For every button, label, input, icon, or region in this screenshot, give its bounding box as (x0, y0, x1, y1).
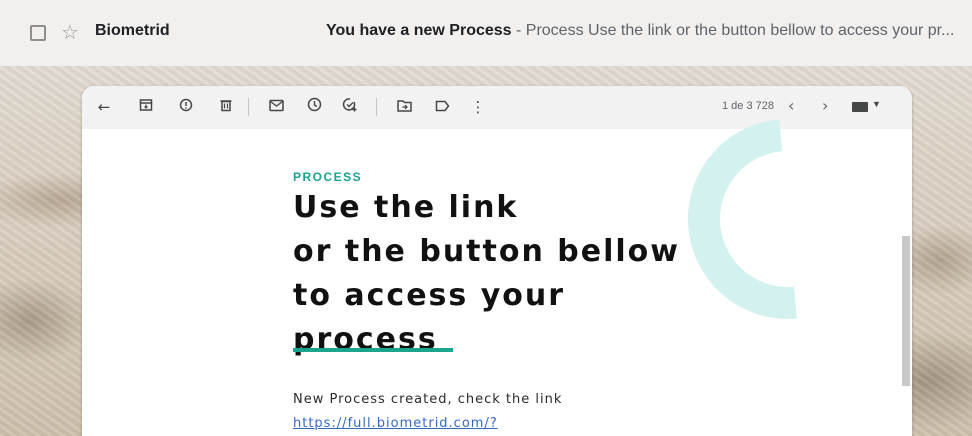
delete-icon[interactable] (216, 97, 236, 117)
process-link[interactable]: https://full.biometrid.com/? (293, 416, 498, 431)
caret-down-icon[interactable]: ▼ (872, 99, 881, 109)
archive-icon[interactable] (136, 97, 156, 117)
subject-text: You have a new Process (326, 22, 512, 39)
headline-line: or the button bellow (293, 234, 680, 269)
pagination-count: 1 de 3 728 (722, 100, 774, 112)
toolbar-divider (248, 98, 249, 116)
older-chevron-icon[interactable]: › (822, 96, 828, 115)
select-checkbox[interactable] (30, 25, 46, 41)
star-icon[interactable]: ☆ (61, 20, 79, 44)
snooze-icon[interactable] (304, 97, 324, 117)
scrollbar-thumb[interactable] (902, 236, 910, 386)
mark-unread-icon[interactable] (266, 97, 286, 117)
keyboard-icon[interactable] (852, 102, 868, 112)
email-eyebrow: PROCESS (293, 170, 363, 184)
newer-chevron-icon[interactable]: ‹ (788, 96, 794, 115)
sender-name: Biometrid (95, 22, 170, 39)
toolbar-divider (376, 98, 377, 116)
email-headline: Use the link or the button bellow to acc… (293, 186, 713, 362)
headline-line: to access your (293, 278, 566, 313)
snippet-text: - Process Use the link or the button bel… (511, 22, 955, 39)
headline-underline (293, 348, 453, 352)
subject-snippet: You have a new Process - Process Use the… (326, 22, 966, 40)
headline-line: Use the link (293, 190, 519, 225)
headline-line: process (293, 322, 438, 357)
add-task-icon[interactable] (340, 97, 360, 117)
move-to-icon[interactable] (394, 97, 414, 117)
report-spam-icon[interactable] (176, 97, 196, 117)
label-icon[interactable] (432, 97, 452, 117)
process-notice: New Process created, check the link (293, 392, 563, 407)
more-vert-icon[interactable]: ⋮ (468, 97, 488, 117)
inbox-row[interactable]: ☆ Biometrid You have a new Process - Pro… (0, 0, 972, 66)
back-arrow-icon[interactable]: ← (94, 97, 114, 117)
email-view: ← ⋮ 1 de 3 728 ‹ › ▼ PROCESS Use the lin… (82, 86, 912, 436)
